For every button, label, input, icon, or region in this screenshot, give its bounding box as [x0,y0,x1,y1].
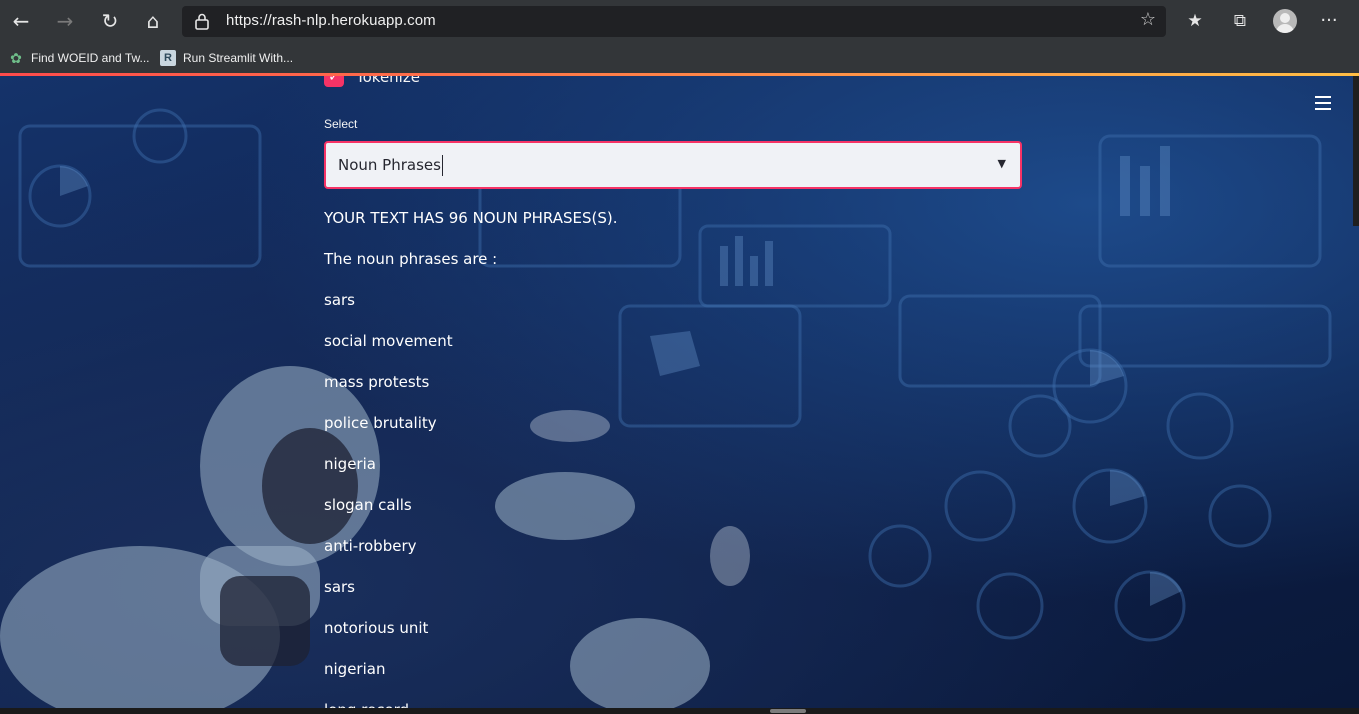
list-item: anti-robbery [324,537,417,555]
bookmark-find-woeid[interactable]: ✿ Find WOEID and Tw... [8,47,150,69]
checkbox-checked-icon[interactable]: ✓ [324,76,344,87]
bookmark-favicon-icon: R [160,50,176,66]
analysis-select[interactable]: Noun Phrases ▼ [324,141,1022,189]
browser-chrome: ← → ↻ ⌂ https://rash-nlp.herokuapp.com ☆… [0,0,1359,76]
tokenize-checkbox[interactable]: ✓ Tokenize [324,76,420,88]
avatar [1273,9,1297,33]
list-item: social movement [324,332,453,350]
list-item: slogan calls [324,496,412,514]
more-icon[interactable]: ··· [1316,8,1342,34]
collections-icon[interactable]: ⧉ [1227,8,1253,34]
bookmarks-bar: ✿ Find WOEID and Tw... R Run Streamlit W… [0,42,1359,74]
tokenize-label[interactable]: Tokenize [356,76,420,86]
noun-phrase-count: YOUR TEXT HAS 96 NOUN PHRASES(S). [324,209,618,227]
list-item: police brutality [324,414,437,432]
hamburger-icon[interactable] [1315,96,1331,110]
vertical-scrollbar[interactable] [1353,76,1359,226]
select-label: Select [324,117,358,131]
reload-icon[interactable]: ↻ [95,6,125,36]
star-icon[interactable]: ☆ [1140,9,1156,30]
horizontal-scrollbar[interactable] [0,708,1359,714]
chevron-down-icon[interactable]: ▼ [998,157,1006,170]
bookmark-favicon-icon: ✿ [10,50,22,66]
list-item: nigeria [324,455,376,473]
favorites-icon[interactable]: ★ [1182,8,1208,34]
home-icon[interactable]: ⌂ [138,6,168,36]
select-value[interactable]: Noun Phrases [338,156,441,174]
list-item: mass protests [324,373,430,391]
back-icon[interactable]: ← [6,6,36,36]
list-item: sars [324,291,355,309]
profile-icon[interactable] [1272,8,1298,34]
phrases-heading: The noun phrases are : [324,250,498,268]
bookmark-label: Find WOEID and Tw... [31,51,150,65]
list-item: sars [324,578,355,596]
bookmark-run-streamlit[interactable]: R Run Streamlit With... [160,47,293,69]
lock-icon[interactable] [194,12,210,30]
list-item: nigerian [324,660,386,678]
scrollbar-thumb[interactable] [770,709,806,713]
list-item: notorious unit [324,619,429,637]
address-bar[interactable]: https://rash-nlp.herokuapp.com ☆ [182,6,1166,37]
browser-toolbar: ← → ↻ ⌂ https://rash-nlp.herokuapp.com ☆… [0,0,1359,42]
app-main: ✓ Tokenize Select Noun Phrases ▼ YOUR TE… [0,76,1359,714]
url-text[interactable]: https://rash-nlp.herokuapp.com [226,12,436,29]
forward-icon[interactable]: → [50,6,80,36]
text-caret [442,155,443,176]
bookmark-label: Run Streamlit With... [183,51,294,65]
